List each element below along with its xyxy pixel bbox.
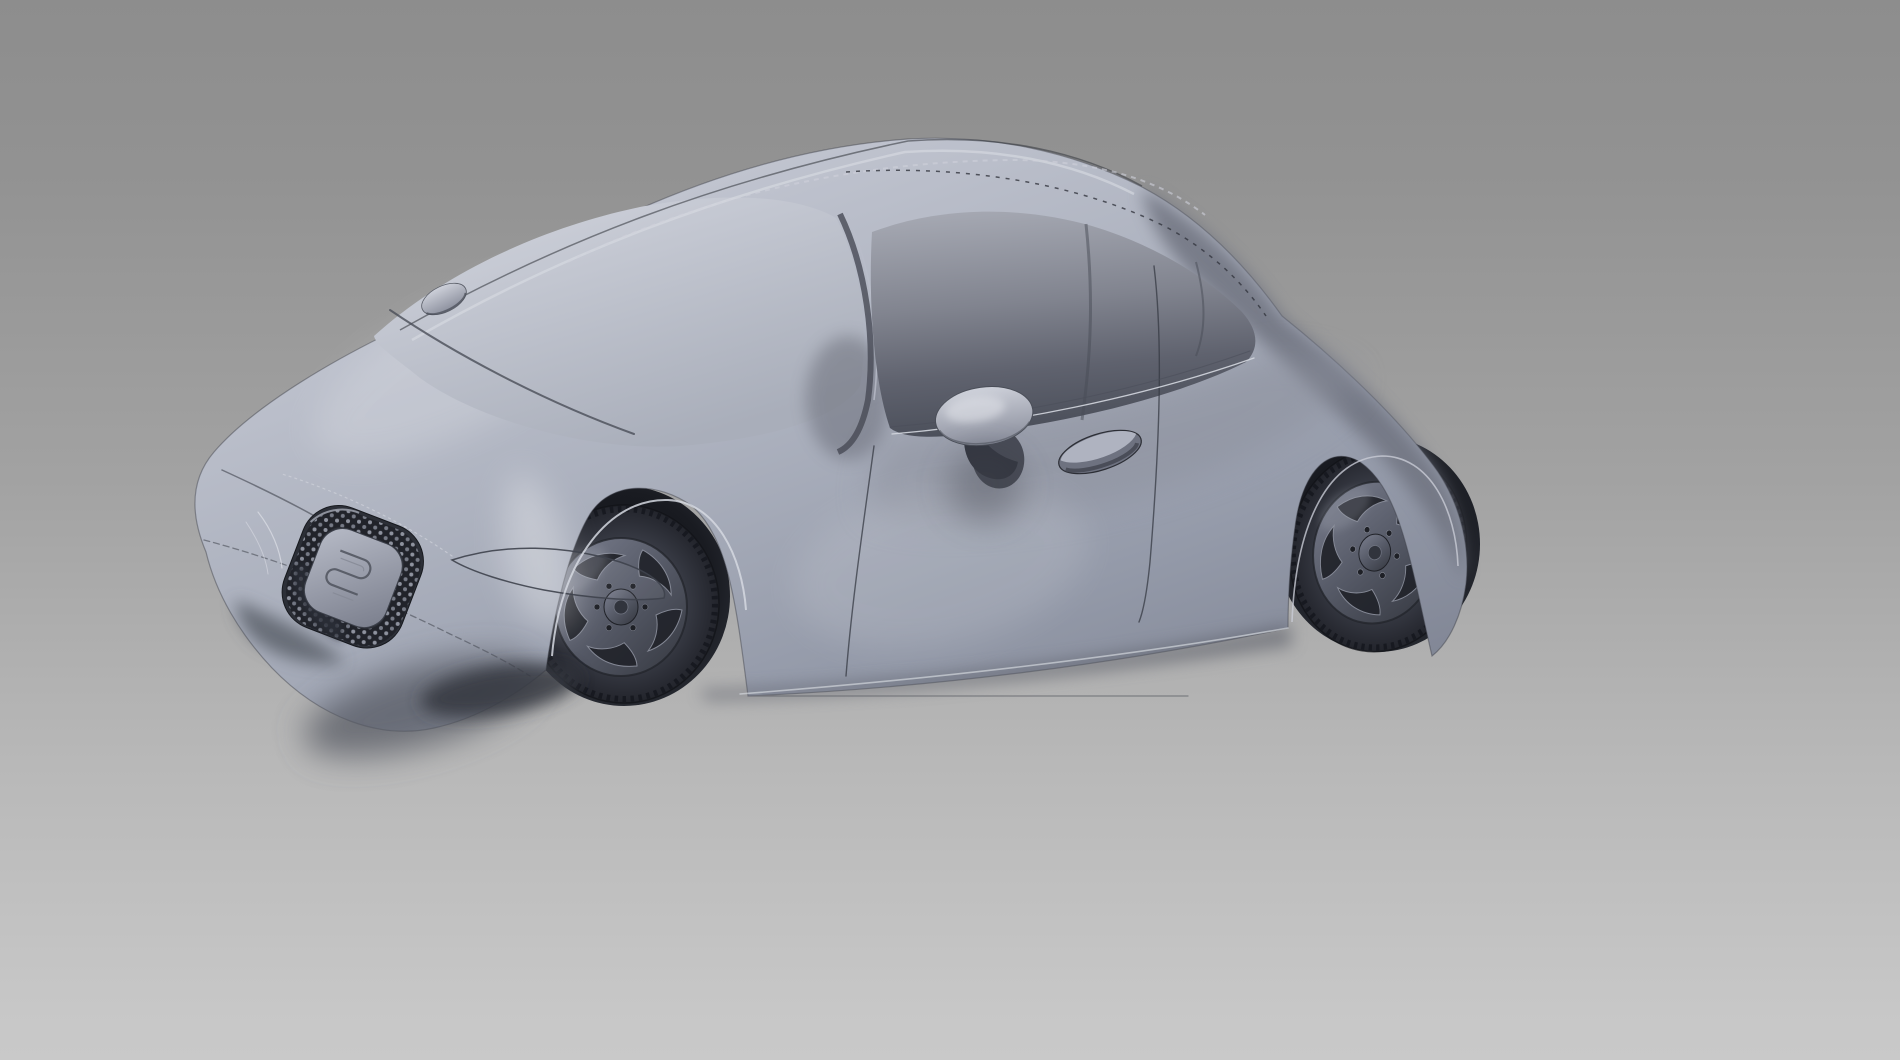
- 3d-viewport[interactable]: Monochrome CAD-style studio render of a …: [0, 0, 1900, 1060]
- mirror-shadow: [947, 450, 1023, 522]
- car-render: [0, 0, 1900, 1060]
